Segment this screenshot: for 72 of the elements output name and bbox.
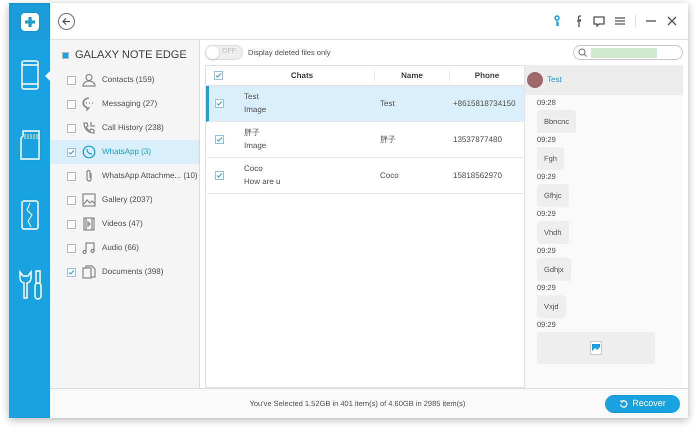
category-label: Audio (66) xyxy=(102,242,139,254)
whatsapp-icon xyxy=(82,145,96,159)
category-item[interactable]: Contacts (159) xyxy=(50,68,199,92)
tools-icon xyxy=(16,270,42,300)
sd-card-icon xyxy=(18,130,40,160)
contact-name: Test xyxy=(547,74,562,86)
image-icon xyxy=(82,193,96,207)
person-icon xyxy=(82,73,96,87)
checkbox[interactable] xyxy=(67,268,76,276)
feedback-icon[interactable] xyxy=(593,15,605,27)
category-label: Documents (398) xyxy=(102,266,164,278)
close-icon[interactable] xyxy=(666,15,678,27)
documents-icon xyxy=(82,265,96,279)
name-cell-text: Coco xyxy=(379,170,400,182)
category-item[interactable]: Videos (47) xyxy=(50,212,199,236)
category-label: Gallery (2037) xyxy=(102,194,153,206)
device-checkbox[interactable] xyxy=(62,52,69,58)
phone-call-icon xyxy=(82,121,96,135)
checkbox[interactable] xyxy=(215,99,224,108)
category-label: WhatsApp (3) xyxy=(102,146,151,158)
chat-preview: Image xyxy=(244,142,268,150)
search-icon xyxy=(578,48,587,57)
category-item[interactable]: WhatsApp Attachme... (10) xyxy=(50,164,199,188)
chat-preview: Image xyxy=(244,106,268,114)
cracked-phone-icon xyxy=(20,200,38,230)
checkbox[interactable] xyxy=(67,172,76,180)
chat-title: 胖子 xyxy=(244,129,261,137)
phone-cell-text: 15818562970 xyxy=(452,170,503,182)
chat-bubble-icon xyxy=(82,97,96,111)
category-item[interactable]: Messaging (27) xyxy=(50,92,199,116)
checkbox[interactable] xyxy=(67,100,76,108)
checkbox[interactable] xyxy=(67,244,76,252)
checkbox[interactable] xyxy=(215,171,224,180)
category-item[interactable]: Audio (66) xyxy=(50,236,199,260)
phone-cell-text: 13537877480 xyxy=(452,134,503,146)
column-header: Chats xyxy=(290,70,314,82)
phone-icon xyxy=(20,60,38,90)
chat-preview: How are u xyxy=(244,178,282,186)
table-row[interactable]: Test Image Test +8615818734150 xyxy=(206,86,524,122)
checkbox[interactable] xyxy=(67,196,76,204)
redaction-block xyxy=(591,48,657,58)
checkbox[interactable] xyxy=(215,135,224,144)
category-item[interactable]: Gallery (2037) xyxy=(50,188,199,212)
category-label: WhatsApp Attachme... (10) xyxy=(102,170,198,182)
back-arrow-icon xyxy=(62,16,71,26)
device-name: GALAXY NOTE EDGE xyxy=(75,48,187,63)
checkbox[interactable] xyxy=(67,76,76,84)
back-button[interactable] xyxy=(58,12,75,30)
name-cell-text: 胖子 xyxy=(379,134,397,146)
search-field[interactable] xyxy=(573,45,683,60)
category-label: Messaging (27) xyxy=(102,98,158,110)
column-header: Phone xyxy=(449,70,524,82)
chat-title: Coco xyxy=(244,165,264,173)
checkbox[interactable] xyxy=(67,124,76,132)
checkbox[interactable] xyxy=(214,71,222,80)
menu-icon[interactable] xyxy=(614,15,626,27)
music-note-icon xyxy=(82,241,96,255)
image-icon xyxy=(590,341,602,355)
phone-cell-text: +8615818734150 xyxy=(452,98,517,110)
avatar xyxy=(527,72,543,88)
category-label: Call History (238) xyxy=(102,122,164,134)
category-item[interactable]: Call History (238) xyxy=(50,116,199,140)
checkbox[interactable] xyxy=(67,220,76,228)
category-label: Videos (47) xyxy=(102,218,143,230)
checkbox[interactable] xyxy=(67,148,76,156)
undo-icon xyxy=(619,399,628,408)
name-cell-text: Test xyxy=(379,98,396,110)
chat-title: Test xyxy=(244,93,260,101)
category-label: Contacts (159) xyxy=(102,74,154,86)
column-header: Name xyxy=(374,70,449,82)
category-item[interactable]: Documents (398) xyxy=(50,260,199,284)
film-icon xyxy=(82,217,96,231)
